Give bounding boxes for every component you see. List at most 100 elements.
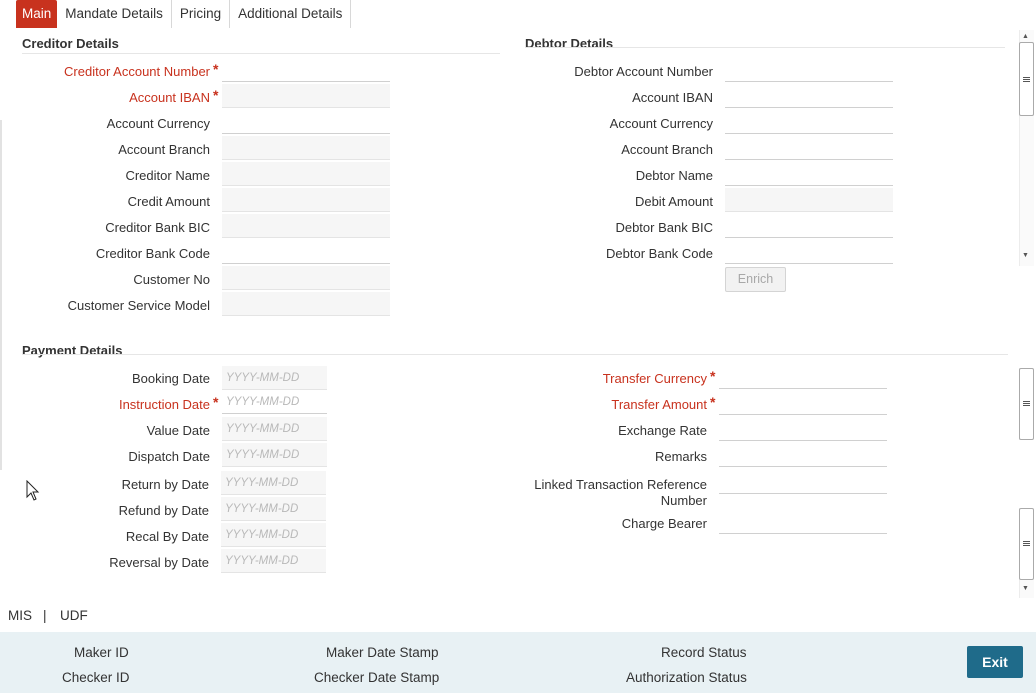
mouse-cursor-icon bbox=[26, 480, 40, 501]
mis-link[interactable]: MIS bbox=[8, 608, 32, 623]
dispatch-date-label: Dispatch Date bbox=[128, 449, 210, 464]
payment-divider bbox=[22, 354, 1008, 355]
record-status-label: Record Status bbox=[661, 645, 747, 660]
transfer-currency-label: Transfer Currency bbox=[602, 371, 707, 386]
exit-button[interactable]: Exit bbox=[967, 646, 1023, 678]
debtor-bank-code-label: Debtor Bank Code bbox=[606, 246, 713, 261]
refund-by-date-input: YYYY-MM-DD bbox=[221, 497, 326, 521]
creditor-name-label: Creditor Name bbox=[125, 168, 210, 183]
creditor-bank-code-label: Creditor Bank Code bbox=[95, 246, 210, 261]
debtor-account-branch-input[interactable] bbox=[725, 136, 893, 160]
debtor-account-currency-label: Account Currency bbox=[609, 116, 713, 131]
refund-by-date-label: Refund by Date bbox=[118, 503, 209, 518]
return-by-date-input: YYYY-MM-DD bbox=[221, 471, 326, 495]
linked-transaction-reference-label-line2: Number bbox=[660, 493, 707, 508]
transaction-form: Main Mandate Details Pricing Additional … bbox=[0, 0, 1036, 693]
debit-amount-label: Debit Amount bbox=[634, 194, 713, 209]
credit-amount-input bbox=[222, 188, 390, 212]
booking-date-input: YYYY-MM-DD bbox=[222, 366, 327, 390]
creditor-account-iban-label: Account IBAN bbox=[129, 90, 210, 105]
creditor-details-title: Creditor Details bbox=[22, 36, 119, 51]
customer-no-label: Customer No bbox=[133, 272, 210, 287]
maker-id-label: Maker ID bbox=[74, 645, 129, 660]
required-marker: * bbox=[710, 368, 716, 384]
creditor-account-iban-input bbox=[222, 84, 390, 108]
maker-date-stamp-label: Maker Date Stamp bbox=[326, 645, 439, 660]
creditor-bank-bic-input bbox=[222, 214, 390, 238]
debtor-name-input[interactable] bbox=[725, 162, 893, 186]
creditor-account-currency-label: Account Currency bbox=[106, 116, 210, 131]
exchange-rate-input[interactable] bbox=[719, 417, 887, 441]
transfer-currency-input[interactable] bbox=[719, 365, 887, 389]
debtor-account-number-label: Debtor Account Number bbox=[574, 64, 713, 79]
credit-amount-label: Credit Amount bbox=[127, 194, 210, 209]
debtor-account-currency-input[interactable] bbox=[725, 110, 893, 134]
creditor-bank-code-input[interactable] bbox=[222, 240, 390, 264]
tab-mandate-details[interactable]: Mandate Details bbox=[57, 0, 172, 28]
debtor-account-iban-input[interactable] bbox=[725, 84, 893, 108]
creditor-account-branch-label: Account Branch bbox=[118, 142, 210, 157]
audit-footer bbox=[0, 632, 1036, 693]
transfer-amount-label: Transfer Amount bbox=[611, 397, 707, 412]
scroll-down-arrow-icon[interactable]: ▼ bbox=[1022, 252, 1029, 259]
debtor-account-branch-label: Account Branch bbox=[621, 142, 713, 157]
creditor-account-branch-input bbox=[222, 136, 390, 160]
debtor-account-iban-label: Account IBAN bbox=[632, 90, 713, 105]
customer-service-model-label: Customer Service Model bbox=[67, 298, 210, 313]
lower-scrollbar-thumb[interactable] bbox=[1019, 508, 1034, 580]
exchange-rate-label: Exchange Rate bbox=[618, 423, 707, 438]
required-marker: * bbox=[710, 394, 716, 410]
required-marker: * bbox=[213, 87, 219, 103]
recal-by-date-label: Recal By Date bbox=[125, 529, 209, 544]
charge-bearer-input[interactable] bbox=[719, 510, 887, 534]
transfer-amount-input[interactable] bbox=[719, 391, 887, 415]
scroll-down-arrow-icon[interactable]: ▼ bbox=[1022, 585, 1029, 592]
required-marker: * bbox=[213, 61, 219, 77]
sub-screen-link-bar: MIS | UDF bbox=[0, 600, 1036, 632]
creditor-account-currency-input[interactable] bbox=[222, 110, 390, 134]
debtor-divider bbox=[525, 47, 1005, 48]
link-separator: | bbox=[43, 608, 47, 623]
tab-pricing[interactable]: Pricing bbox=[171, 0, 231, 28]
customer-service-model-input bbox=[222, 292, 390, 316]
debtor-bank-bic-input[interactable] bbox=[725, 214, 893, 238]
creditor-divider bbox=[22, 53, 500, 54]
scroll-up-arrow-icon[interactable]: ▲ bbox=[1022, 33, 1029, 40]
udf-link[interactable]: UDF bbox=[60, 608, 88, 623]
value-date-label: Value Date bbox=[146, 423, 210, 438]
linked-transaction-reference-label-line1: Linked Transaction Reference bbox=[534, 477, 707, 492]
recal-by-date-input: YYYY-MM-DD bbox=[221, 523, 326, 547]
reversal-by-date-input: YYYY-MM-DD bbox=[221, 549, 326, 573]
upper-scrollbar-thumb[interactable] bbox=[1019, 42, 1034, 116]
debtor-bank-bic-label: Debtor Bank BIC bbox=[615, 220, 713, 235]
creditor-account-number-input[interactable] bbox=[222, 58, 390, 82]
charge-bearer-label: Charge Bearer bbox=[621, 516, 707, 531]
creditor-bank-bic-label: Creditor Bank BIC bbox=[105, 220, 210, 235]
middle-scrollbar-thumb[interactable] bbox=[1019, 368, 1034, 440]
remarks-input[interactable] bbox=[719, 443, 887, 467]
required-marker: * bbox=[213, 394, 219, 410]
debtor-account-number-input[interactable] bbox=[725, 58, 893, 82]
checker-id-label: Checker ID bbox=[62, 670, 130, 685]
left-edge-divider bbox=[0, 120, 2, 470]
creditor-name-input bbox=[222, 162, 390, 186]
tab-additional-details[interactable]: Additional Details bbox=[230, 0, 352, 28]
payment-details-title: Payment Details bbox=[22, 343, 123, 358]
debtor-details-title: Debtor Details bbox=[525, 36, 614, 51]
debtor-bank-code-input[interactable] bbox=[725, 240, 893, 264]
debit-amount-input bbox=[725, 188, 893, 212]
return-by-date-label: Return by Date bbox=[121, 477, 209, 492]
creditor-account-number-label: Creditor Account Number bbox=[64, 64, 210, 79]
debtor-name-label: Debtor Name bbox=[635, 168, 713, 183]
remarks-label: Remarks bbox=[654, 449, 707, 464]
reversal-by-date-label: Reversal by Date bbox=[109, 555, 209, 570]
checker-date-stamp-label: Checker Date Stamp bbox=[314, 670, 440, 685]
customer-no-input bbox=[222, 266, 390, 290]
linked-transaction-reference-input[interactable] bbox=[719, 470, 887, 494]
authorization-status-label: Authorization Status bbox=[626, 670, 747, 685]
instruction-date-input[interactable]: YYYY-MM-DD bbox=[222, 390, 327, 414]
tab-bar: Main Mandate Details Pricing Additional … bbox=[16, 0, 352, 28]
booking-date-label: Booking Date bbox=[131, 371, 210, 386]
enrich-button[interactable]: Enrich bbox=[725, 267, 786, 292]
tab-main[interactable]: Main bbox=[16, 0, 58, 28]
